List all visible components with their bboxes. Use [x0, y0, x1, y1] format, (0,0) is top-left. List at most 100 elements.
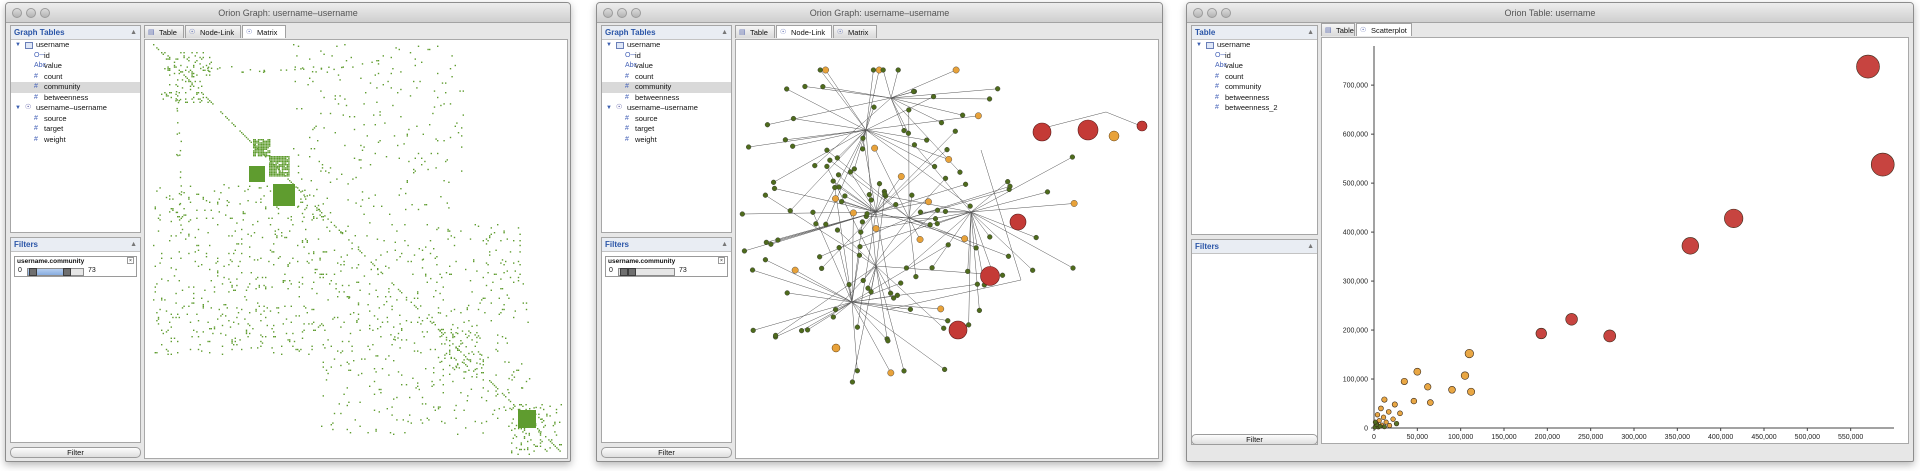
- graph-node[interactable]: [830, 178, 836, 184]
- zoom-window-button[interactable]: [1221, 8, 1231, 18]
- tree-field-row[interactable]: # count: [11, 72, 140, 83]
- graph-node[interactable]: [784, 86, 790, 92]
- window-title-bar[interactable]: Orion Graph: username–username: [597, 3, 1162, 23]
- collapse-icon[interactable]: ▲: [721, 26, 728, 40]
- tree-table-row[interactable]: ▼ ☉ username–username: [602, 103, 731, 114]
- graph-node[interactable]: [739, 211, 745, 217]
- graph-node[interactable]: [1007, 183, 1013, 189]
- scatter-point[interactable]: [1603, 329, 1617, 343]
- graph-node[interactable]: [817, 254, 823, 260]
- graph-node[interactable]: [822, 66, 829, 74]
- graph-node[interactable]: [870, 67, 877, 73]
- close-window-button[interactable]: [603, 8, 613, 18]
- graph-node[interactable]: [860, 277, 866, 284]
- graph-node[interactable]: [775, 237, 781, 243]
- graph-node[interactable]: [966, 322, 972, 328]
- minimize-window-button[interactable]: [1207, 8, 1217, 18]
- graph-node[interactable]: [838, 199, 845, 205]
- tab-table[interactable]: ▤ Table: [144, 25, 184, 38]
- tree-field-row[interactable]: # count: [602, 72, 731, 83]
- graph-node[interactable]: [894, 292, 900, 298]
- range-slider[interactable]: [618, 268, 675, 276]
- scatter-point[interactable]: [1410, 397, 1418, 405]
- graph-node[interactable]: [804, 327, 811, 333]
- graph-node[interactable]: [864, 211, 870, 217]
- tree-field-row[interactable]: Abc value: [602, 61, 731, 72]
- graph-node[interactable]: [749, 267, 756, 273]
- scatter-point[interactable]: [1870, 152, 1895, 177]
- graph-node[interactable]: [942, 208, 949, 215]
- scatter-point[interactable]: [1467, 387, 1476, 396]
- graph-node[interactable]: [768, 241, 774, 247]
- scatter-point[interactable]: [1390, 416, 1396, 422]
- graph-node[interactable]: [871, 144, 879, 152]
- tree-field-row[interactable]: # community: [11, 82, 140, 93]
- scatter-point[interactable]: [1460, 371, 1470, 380]
- graph-node[interactable]: [836, 245, 842, 251]
- scatter-point[interactable]: [1448, 386, 1456, 394]
- graph-node[interactable]: [791, 266, 799, 274]
- graph-node[interactable]: [927, 222, 933, 228]
- minimize-window-button[interactable]: [26, 8, 36, 18]
- graph-node[interactable]: [817, 67, 823, 73]
- graph-node[interactable]: [834, 155, 840, 161]
- graph-node[interactable]: [868, 197, 874, 203]
- graph-node[interactable]: [784, 290, 790, 296]
- scatter-point[interactable]: [1374, 412, 1381, 418]
- graph-node[interactable]: [934, 207, 941, 213]
- graph-node[interactable]: [960, 112, 966, 118]
- graph-node[interactable]: [771, 185, 778, 192]
- scatter-point[interactable]: [1535, 327, 1547, 340]
- filter-button[interactable]: Filter: [1191, 434, 1318, 445]
- tree-field-row[interactable]: O─ id: [11, 51, 140, 62]
- adjacency-matrix[interactable]: [145, 40, 568, 459]
- graph-node[interactable]: [938, 120, 945, 126]
- graph-node[interactable]: [962, 181, 969, 187]
- tree-field-row[interactable]: # betweenness: [1192, 93, 1317, 104]
- graph-node[interactable]: [858, 229, 864, 235]
- graph-node[interactable]: [872, 225, 880, 232]
- expand-triangle-icon[interactable]: ▼: [1196, 40, 1202, 51]
- tree-field-row[interactable]: # source: [11, 114, 140, 125]
- remove-filter-icon[interactable]: ×: [718, 257, 725, 264]
- scatter-point[interactable]: [1378, 405, 1384, 412]
- tree-field-row[interactable]: O─ id: [1192, 51, 1317, 62]
- tab-matrix[interactable]: ☉ Matrix: [242, 25, 286, 38]
- graph-node[interactable]: [851, 166, 857, 172]
- graph-node[interactable]: [770, 179, 777, 185]
- tree-table-row[interactable]: ▼ username: [602, 40, 731, 51]
- expand-triangle-icon[interactable]: ▼: [606, 103, 612, 114]
- graph-node[interactable]: [987, 234, 993, 240]
- collapse-icon[interactable]: ▲: [130, 26, 137, 40]
- graph-node[interactable]: [885, 338, 891, 344]
- expand-triangle-icon[interactable]: ▼: [15, 103, 21, 114]
- graph-node[interactable]: [941, 325, 947, 331]
- graph-node[interactable]: [846, 282, 852, 288]
- graph-node[interactable]: [901, 368, 907, 374]
- slider-high-handle[interactable]: [628, 268, 636, 276]
- node-link-view[interactable]: [735, 39, 1159, 459]
- graph-node[interactable]: [961, 235, 969, 243]
- scatter-point[interactable]: [1381, 396, 1388, 403]
- graph-node[interactable]: [930, 94, 937, 100]
- graph-node[interactable]: [745, 144, 752, 150]
- graph-node[interactable]: [854, 368, 860, 374]
- graph-node[interactable]: [871, 104, 877, 110]
- graph-node[interactable]: [903, 265, 910, 271]
- graph-node[interactable]: [1005, 179, 1011, 185]
- graph-node[interactable]: [937, 305, 945, 313]
- graph-node[interactable]: [741, 248, 748, 254]
- graph-node[interactable]: [849, 209, 857, 217]
- zoom-window-button[interactable]: [40, 8, 50, 18]
- graph-node[interactable]: [865, 285, 871, 291]
- graph-node[interactable]: [945, 242, 951, 248]
- graph-node[interactable]: [1070, 200, 1078, 207]
- graph-node-large[interactable]: [1032, 122, 1052, 142]
- graph-node[interactable]: [905, 130, 912, 136]
- graph-node[interactable]: [974, 281, 980, 287]
- scatter-point[interactable]: [1393, 420, 1400, 427]
- matrix-view[interactable]: [144, 39, 568, 459]
- scatter-point[interactable]: [1380, 414, 1387, 420]
- tree-field-row[interactable]: # target: [602, 124, 731, 135]
- scatter-point[interactable]: [1681, 237, 1699, 255]
